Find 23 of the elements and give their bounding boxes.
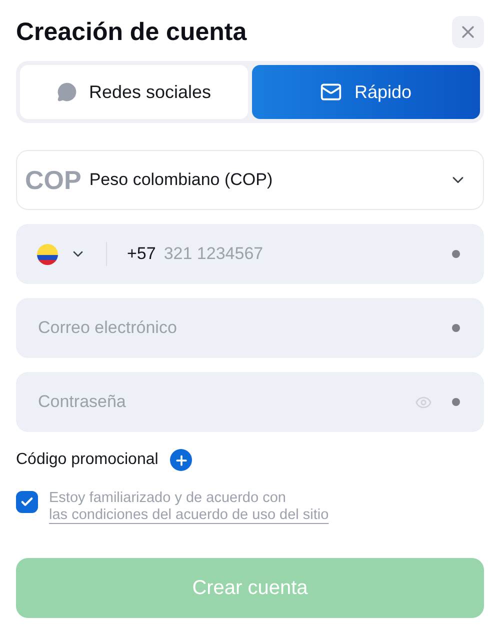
close-button[interactable] [452,16,484,48]
password-field[interactable]: Contraseña [16,372,484,432]
phone-number-input[interactable]: 321 1234567 [164,241,452,267]
currency-code: COP [25,164,82,196]
phone-prefix: +57 [127,243,156,266]
agreement-text: Estoy familiarizado y de acuerdo con las condiciones del acuerdo de uso del sitio [49,490,330,524]
email-input[interactable]: Correo electrónico [38,315,452,341]
tab[interactable]: Rápido [252,65,480,119]
add-promo-button[interactable] [170,449,192,471]
password-input[interactable]: Contraseña [38,389,415,415]
plus-icon [174,452,189,468]
check-icon [20,495,34,509]
email-field[interactable]: Correo electrónico [16,298,484,358]
dialog-title: Creación de cuenta [16,17,247,48]
chat-bubble-icon [56,82,77,102]
promo-code-label: Código promocional [16,450,158,470]
currency-select[interactable]: COP Peso colombiano (COP) [16,150,484,210]
phone-field[interactable]: +57 321 1234567 [16,224,484,284]
tab[interactable]: Redes sociales [20,65,248,119]
flag-icon [37,244,58,264]
currency-value: Peso colombiano (COP) [89,169,274,192]
envelope-icon [320,81,342,103]
agreement-checkbox[interactable] [16,491,38,513]
